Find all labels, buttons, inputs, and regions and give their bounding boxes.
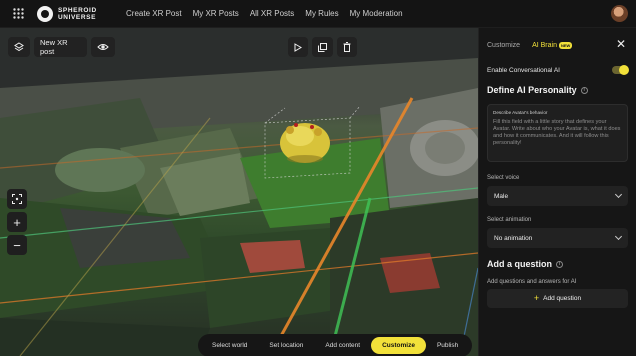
fullscreen-icon [12,194,22,204]
zoom-controls: + − [7,189,27,255]
step-add-content[interactable]: Add content [314,337,371,354]
tab-customize-label: Customize [487,41,521,49]
step-set-location[interactable]: Set location [258,337,314,354]
scene-viewport[interactable]: New XR post + − Select world Set locatio… [0,28,478,356]
step-customize[interactable]: Customize [371,337,426,354]
panel-tabs: Customize AI Brain NEW ✕ [479,28,636,62]
user-avatar[interactable] [611,5,628,22]
conversational-ai-toggle[interactable] [612,65,629,75]
copy-icon [318,42,327,52]
duplicate-button[interactable] [312,37,333,57]
wizard-steps: Select world Set location Add content Cu… [198,334,473,356]
add-question-button[interactable]: + Add question [487,289,628,308]
fit-view-button[interactable] [7,189,27,209]
left-toolbar: New XR post [8,37,115,57]
top-bar: SPHEROID UNIVERSE Create XR Post My XR P… [0,0,636,28]
logo-icon [37,5,53,22]
plus-icon: + [13,214,21,230]
animation-value: No animation [494,234,533,242]
nav-my-rules[interactable]: My Rules [305,9,338,18]
animation-label: Select animation [487,217,532,223]
brand-logo[interactable]: SPHEROID UNIVERSE [37,5,120,22]
voice-value: Male [494,192,509,200]
side-panel: Customize AI Brain NEW ✕ Enable Conversa… [478,28,636,356]
info-icon[interactable]: i [556,260,563,268]
visibility-button[interactable] [91,37,115,57]
animation-select[interactable]: No animation [487,228,628,248]
add-question-label: Add question [543,295,582,302]
behavior-textarea[interactable]: Describe Avatar's behavior Fill this fie… [487,104,628,162]
question-heading: Add a question i [479,259,636,269]
avatar-model[interactable] [280,123,330,163]
personality-title: Define AI Personality [487,85,577,95]
play-button[interactable] [288,37,308,57]
nav-my-moderation[interactable]: My Moderation [350,9,403,18]
trash-icon [343,42,351,52]
behavior-textarea-placeholder: Fill this field with a little story that… [493,119,621,146]
zoom-out-button[interactable]: − [7,235,27,255]
voice-select[interactable]: Male [487,186,628,206]
post-name-button[interactable]: New XR post [34,37,87,57]
eye-icon [97,44,109,50]
conversational-ai-row: Enable Conversational AI [479,64,636,76]
tab-ai-brain-label: AI Brain [532,41,557,49]
layers-icon [14,42,24,52]
info-icon[interactable]: i [580,86,588,94]
apps-grid-icon[interactable] [7,3,29,25]
chevron-down-icon [614,190,623,199]
layers-button[interactable] [8,37,30,57]
conversational-ai-label: Enable Conversational AI [487,66,560,74]
main-nav: Create XR Post My XR Posts All XR Posts … [126,9,414,18]
nav-create-xr-post[interactable]: Create XR Post [126,9,182,18]
question-hint: Add questions and answers for AI [487,279,577,285]
nav-all-xr-posts[interactable]: All XR Posts [250,9,294,18]
zoom-in-button[interactable]: + [7,212,27,232]
center-toolbar [288,37,357,57]
play-icon [294,42,302,52]
personality-heading: Define AI Personality i [479,85,636,95]
step-publish[interactable]: Publish [426,337,469,354]
minus-icon: − [13,237,21,253]
nav-my-xr-posts[interactable]: My XR Posts [193,9,239,18]
voice-label: Select voice [487,175,520,181]
plus-icon: + [533,293,540,303]
tab-customize[interactable]: Customize [487,42,520,49]
chevron-down-icon [614,232,623,241]
question-title: Add a question [487,259,552,269]
aerial-map-scene [0,28,478,356]
delete-button[interactable] [337,37,357,57]
new-badge: NEW [558,41,573,49]
behavior-textarea-label: Describe Avatar's behavior [493,110,548,115]
step-select-world[interactable]: Select world [201,337,258,354]
close-panel-icon[interactable]: ✕ [616,38,626,50]
brand-line-1: SPHEROID [58,6,97,14]
brand-line-2: UNIVERSE [58,13,97,21]
tab-ai-brain[interactable]: AI Brain NEW [532,41,573,49]
